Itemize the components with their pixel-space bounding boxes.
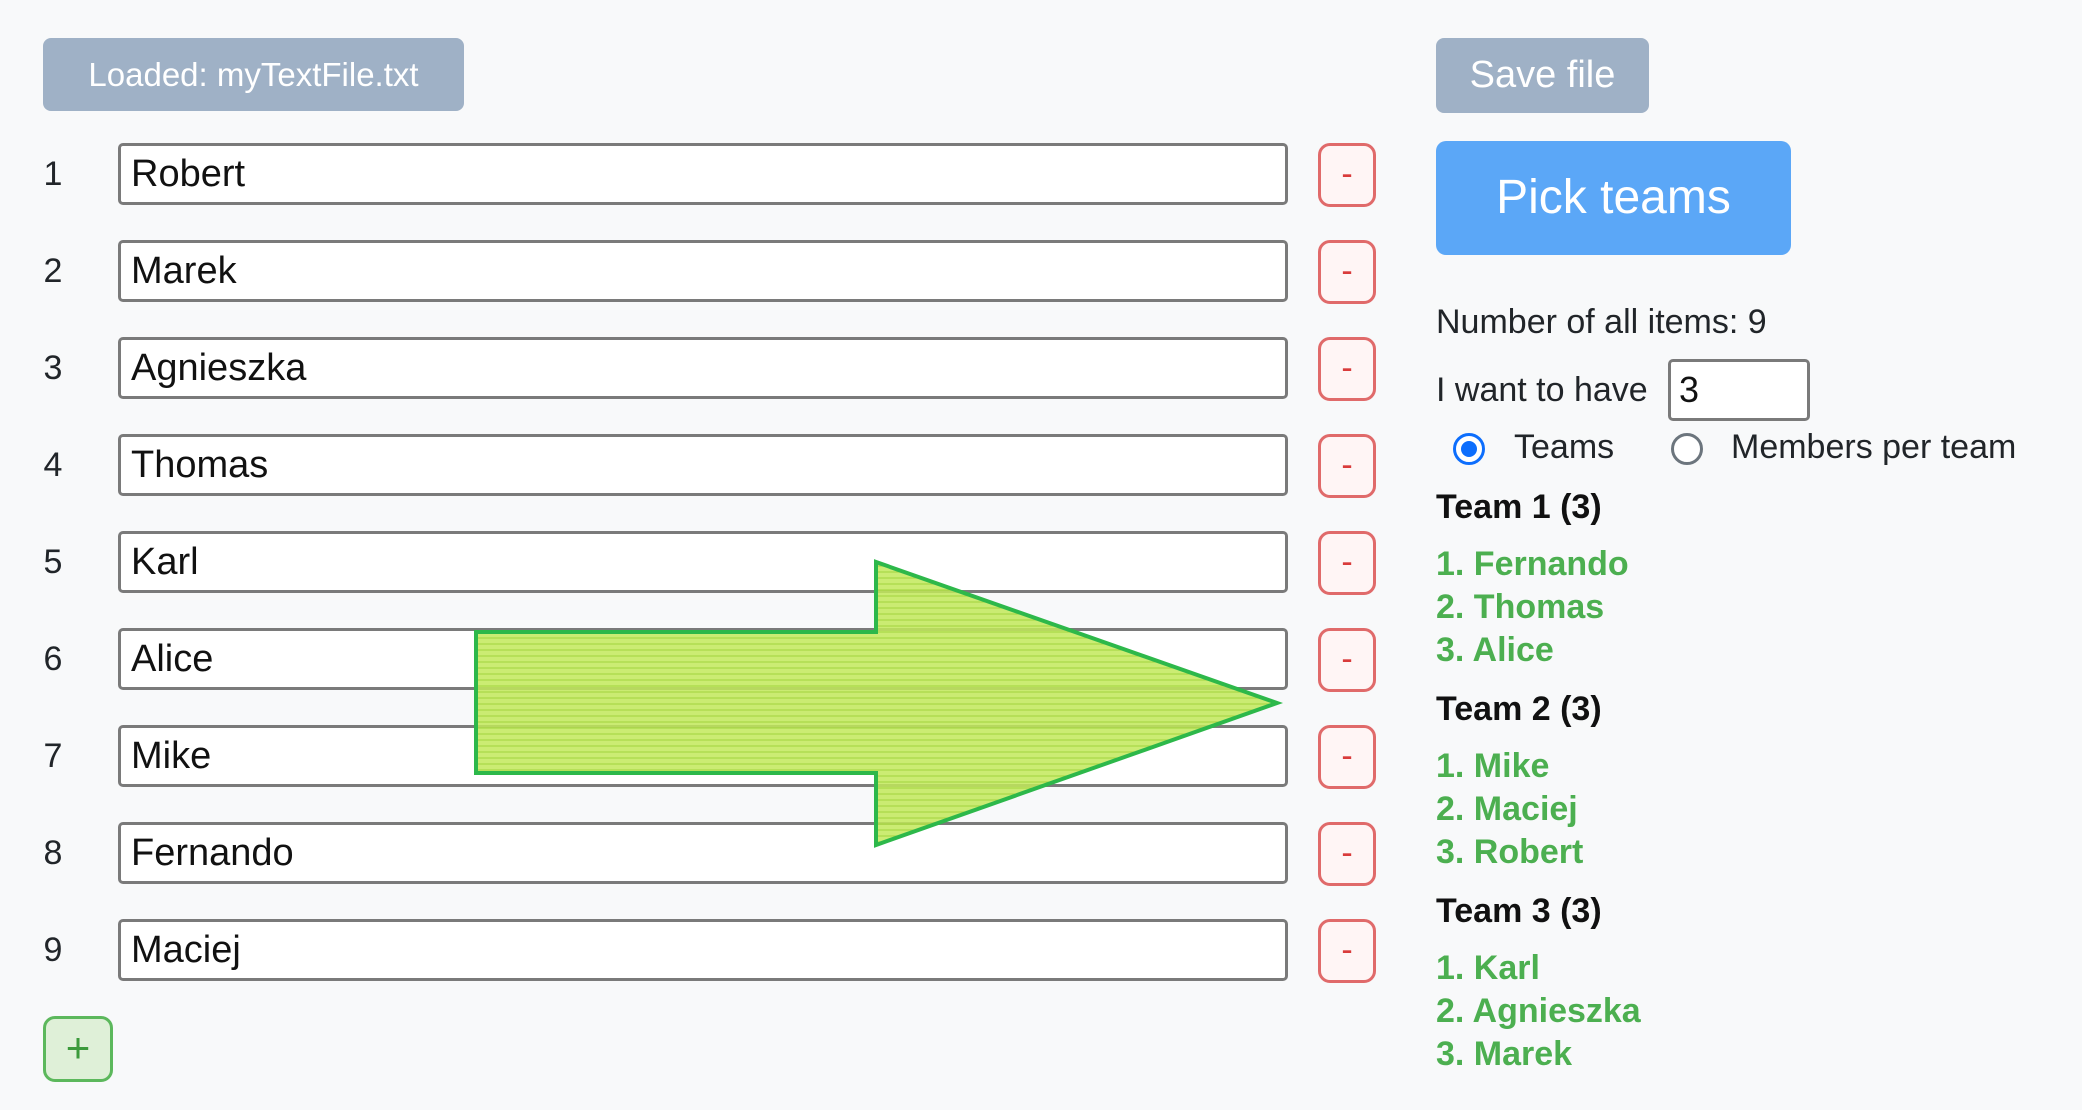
remove-item-button[interactable]: - (1318, 628, 1376, 692)
team-title: Team 3 (3) (1436, 892, 1602, 930)
pick-teams-button[interactable]: Pick teams (1436, 141, 1791, 255)
remove-item-button[interactable]: - (1318, 337, 1376, 401)
name-input[interactable] (118, 337, 1288, 399)
row-number: 6 (43, 640, 63, 678)
team-member: 3. Alice (1436, 631, 1554, 669)
name-input[interactable] (118, 822, 1288, 884)
want-to-have-label: I want to have (1436, 371, 1648, 409)
group-count-input[interactable] (1668, 359, 1810, 421)
team-member: 2. Agnieszka (1436, 992, 1641, 1030)
remove-item-button[interactable]: - (1318, 531, 1376, 595)
remove-item-button[interactable]: - (1318, 434, 1376, 498)
save-file-button[interactable]: Save file (1436, 38, 1649, 113)
row-number: 4 (43, 446, 63, 484)
teams-radio-label[interactable]: Teams (1514, 425, 1614, 469)
name-input[interactable] (118, 434, 1288, 496)
add-item-button[interactable]: + (43, 1016, 113, 1082)
team-member: 2. Maciej (1436, 790, 1578, 828)
team-title: Team 2 (3) (1436, 690, 1602, 728)
members-per-team-radio[interactable] (1671, 433, 1703, 465)
row-number: 7 (43, 737, 63, 775)
remove-item-button[interactable]: - (1318, 822, 1376, 886)
item-count-text: Number of all items: 9 (1436, 303, 1767, 341)
row-number: 3 (43, 349, 63, 387)
team-member: 1. Karl (1436, 949, 1540, 987)
name-input[interactable] (118, 531, 1288, 593)
team-member: 3. Marek (1436, 1035, 1573, 1073)
row-number: 5 (43, 543, 63, 581)
members-per-team-radio-label[interactable]: Members per team (1731, 425, 2016, 469)
name-input[interactable] (118, 919, 1288, 981)
team-member: 1. Mike (1436, 747, 1550, 785)
name-input[interactable] (118, 725, 1288, 787)
row-number: 8 (43, 834, 63, 872)
row-number: 2 (43, 252, 63, 290)
teams-radio[interactable] (1453, 433, 1485, 465)
name-input[interactable] (118, 628, 1288, 690)
team-member: 1. Fernando (1436, 545, 1629, 583)
loaded-file-button[interactable]: Loaded: myTextFile.txt (43, 38, 464, 111)
team-title: Team 1 (3) (1436, 488, 1602, 526)
row-number: 9 (43, 931, 63, 969)
remove-item-button[interactable]: - (1318, 919, 1376, 983)
remove-item-button[interactable]: - (1318, 143, 1376, 207)
team-member: 3. Robert (1436, 833, 1584, 871)
name-input[interactable] (118, 143, 1288, 205)
remove-item-button[interactable]: - (1318, 725, 1376, 789)
row-number: 1 (43, 155, 63, 193)
name-input[interactable] (118, 240, 1288, 302)
remove-item-button[interactable]: - (1318, 240, 1376, 304)
team-member: 2. Thomas (1436, 588, 1605, 626)
